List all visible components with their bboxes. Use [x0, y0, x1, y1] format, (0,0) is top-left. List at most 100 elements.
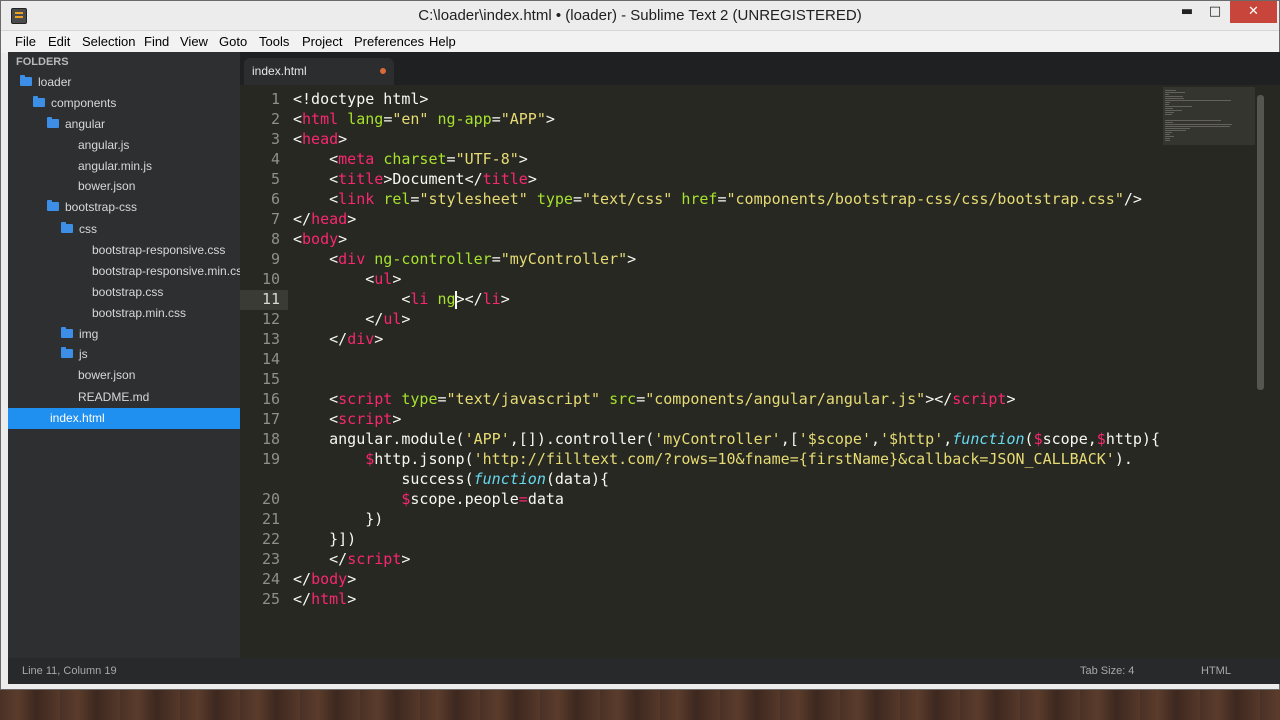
minimap-line: [1165, 102, 1170, 103]
code-line[interactable]: }): [293, 510, 383, 530]
maximize-button[interactable]: □: [1201, 1, 1229, 23]
tree-folder-angular[interactable]: angular: [47, 114, 105, 135]
menu-view[interactable]: View: [180, 34, 208, 49]
tree-file[interactable]: README.md: [78, 387, 149, 408]
unsaved-dot-icon[interactable]: [380, 68, 386, 74]
minimap-viewport[interactable]: [1163, 87, 1255, 145]
code-line[interactable]: }]): [293, 530, 356, 550]
menu-find[interactable]: Find: [144, 34, 169, 49]
code-line[interactable]: </div>: [293, 330, 383, 350]
tree-file[interactable]: bootstrap.css: [92, 282, 163, 303]
code-line[interactable]: <head>: [293, 130, 347, 150]
code-line[interactable]: </body>: [293, 570, 356, 590]
code-token: >: [627, 250, 637, 268]
code-line[interactable]: </script>: [293, 550, 410, 570]
tab-index-html[interactable]: index.html: [244, 58, 394, 85]
minimap-line: [1165, 112, 1175, 113]
code-token: =: [491, 250, 501, 268]
code-line[interactable]: <script type="text/javascript" src="comp…: [293, 390, 1015, 410]
minimap-line: [1165, 136, 1175, 137]
tree-folder-js[interactable]: js: [61, 344, 88, 365]
tab-size-selector[interactable]: Tab Size: 4: [1080, 665, 1134, 677]
code-line[interactable]: <div ng-controller="myController">: [293, 250, 636, 270]
code-token: '$http': [880, 430, 944, 448]
menu-tools[interactable]: Tools: [259, 34, 289, 49]
folder-icon: [61, 347, 73, 358]
code-line[interactable]: <title>Document</title>: [293, 170, 537, 190]
code-token: >: [527, 170, 537, 188]
tree-label: css: [79, 222, 97, 236]
code-line[interactable]: <li ng></li>: [293, 290, 509, 310]
code-token: </: [293, 590, 312, 608]
code-token: li: [482, 290, 501, 308]
menu-selection[interactable]: Selection: [82, 34, 135, 49]
code-token: =: [446, 150, 456, 168]
vertical-scrollbar[interactable]: [1257, 95, 1264, 390]
code-line[interactable]: </ul>: [293, 310, 410, 330]
minimize-button[interactable]: ▬: [1173, 1, 1201, 23]
tree-folder-css[interactable]: css: [61, 219, 97, 240]
menu-help[interactable]: Help: [429, 34, 456, 49]
code-line[interactable]: <meta charset="UTF-8">: [293, 150, 528, 170]
tree-folder-loader[interactable]: loader: [20, 72, 71, 93]
code-token: li: [410, 290, 429, 308]
code-line[interactable]: $scope.people=data: [293, 490, 564, 510]
code-token: (: [1024, 430, 1034, 448]
code-token: ng-app: [437, 110, 492, 128]
code-token: $: [1033, 430, 1043, 448]
code-token: >: [518, 150, 528, 168]
code-token: <: [293, 270, 375, 288]
code-line[interactable]: <!doctype html>: [293, 90, 428, 110]
tree-file[interactable]: bootstrap-responsive.css: [92, 240, 225, 261]
syntax-selector[interactable]: HTML: [1201, 665, 1231, 677]
code-line[interactable]: <script>: [293, 410, 401, 430]
menu-edit[interactable]: Edit: [48, 34, 70, 49]
title-bar[interactable]: C:\loader\index.html • (loader) - Sublim…: [1, 1, 1279, 31]
tree-file[interactable]: angular.js: [78, 135, 129, 156]
code-line[interactable]: <body>: [293, 230, 347, 250]
code-line[interactable]: </html>: [293, 590, 356, 610]
code-line[interactable]: angular.module('APP',[]).controller('myC…: [293, 430, 1160, 450]
menu-file[interactable]: File: [15, 34, 36, 49]
tree-file-selected[interactable]: index.html: [8, 408, 240, 429]
tree-file[interactable]: angular.min.js: [78, 156, 152, 177]
code-token: ,[]).controller(: [509, 430, 655, 448]
tree-file[interactable]: bower.json: [78, 365, 135, 386]
tab-bar: index.html: [240, 52, 1280, 85]
code-line[interactable]: <ul>: [293, 270, 401, 290]
code-token: success(: [293, 470, 474, 488]
tree-folder-img[interactable]: img: [61, 324, 98, 345]
code-line[interactable]: <link rel="stylesheet" type="text/css" h…: [293, 190, 1142, 210]
code-token: ul: [374, 270, 393, 288]
tree-file[interactable]: bootstrap.min.css: [92, 303, 186, 324]
code-line[interactable]: <html lang="en" ng-app="APP">: [293, 110, 555, 130]
line-number: 17: [261, 410, 280, 428]
minimap-line: [1165, 132, 1172, 133]
code-token: "components/bootstrap-css/css/bootstrap.…: [726, 190, 1124, 208]
tree-folder-bootstrap-css[interactable]: bootstrap-css: [47, 197, 137, 218]
folder-icon: [33, 96, 45, 107]
code-token: body: [302, 230, 339, 248]
code-line[interactable]: </head>: [293, 210, 356, 230]
code-line[interactable]: success(function(data){: [293, 470, 609, 490]
window-title: C:\loader\index.html • (loader) - Sublim…: [418, 7, 862, 24]
menu-preferences[interactable]: Preferences: [354, 34, 424, 49]
cursor-position: Line 11, Column 19: [22, 665, 117, 677]
menu-project[interactable]: Project: [302, 34, 342, 49]
menu-goto[interactable]: Goto: [219, 34, 247, 49]
tree-file[interactable]: bower.json: [78, 176, 135, 197]
tree-folder-components[interactable]: components: [33, 93, 116, 114]
code-line[interactable]: $http.jsonp('http://filltext.com/?rows=1…: [293, 450, 1133, 470]
code-token: ul: [383, 310, 402, 328]
sidebar-header: FOLDERS: [16, 56, 69, 68]
code-editor[interactable]: 1 2 3 4 5 6 7 8 9 10 11 12 13 14 15 16 17 18 19 20 21 22 23 24 2…: [240, 85, 1253, 658]
tree-file[interactable]: bootstrap-responsive.min.css: [92, 261, 240, 282]
minimap-line: [1165, 108, 1174, 109]
code-token: >: [374, 330, 384, 348]
code-token: title: [338, 170, 384, 188]
close-button[interactable]: ✕: [1230, 1, 1277, 23]
minimap-line: [1165, 128, 1190, 129]
